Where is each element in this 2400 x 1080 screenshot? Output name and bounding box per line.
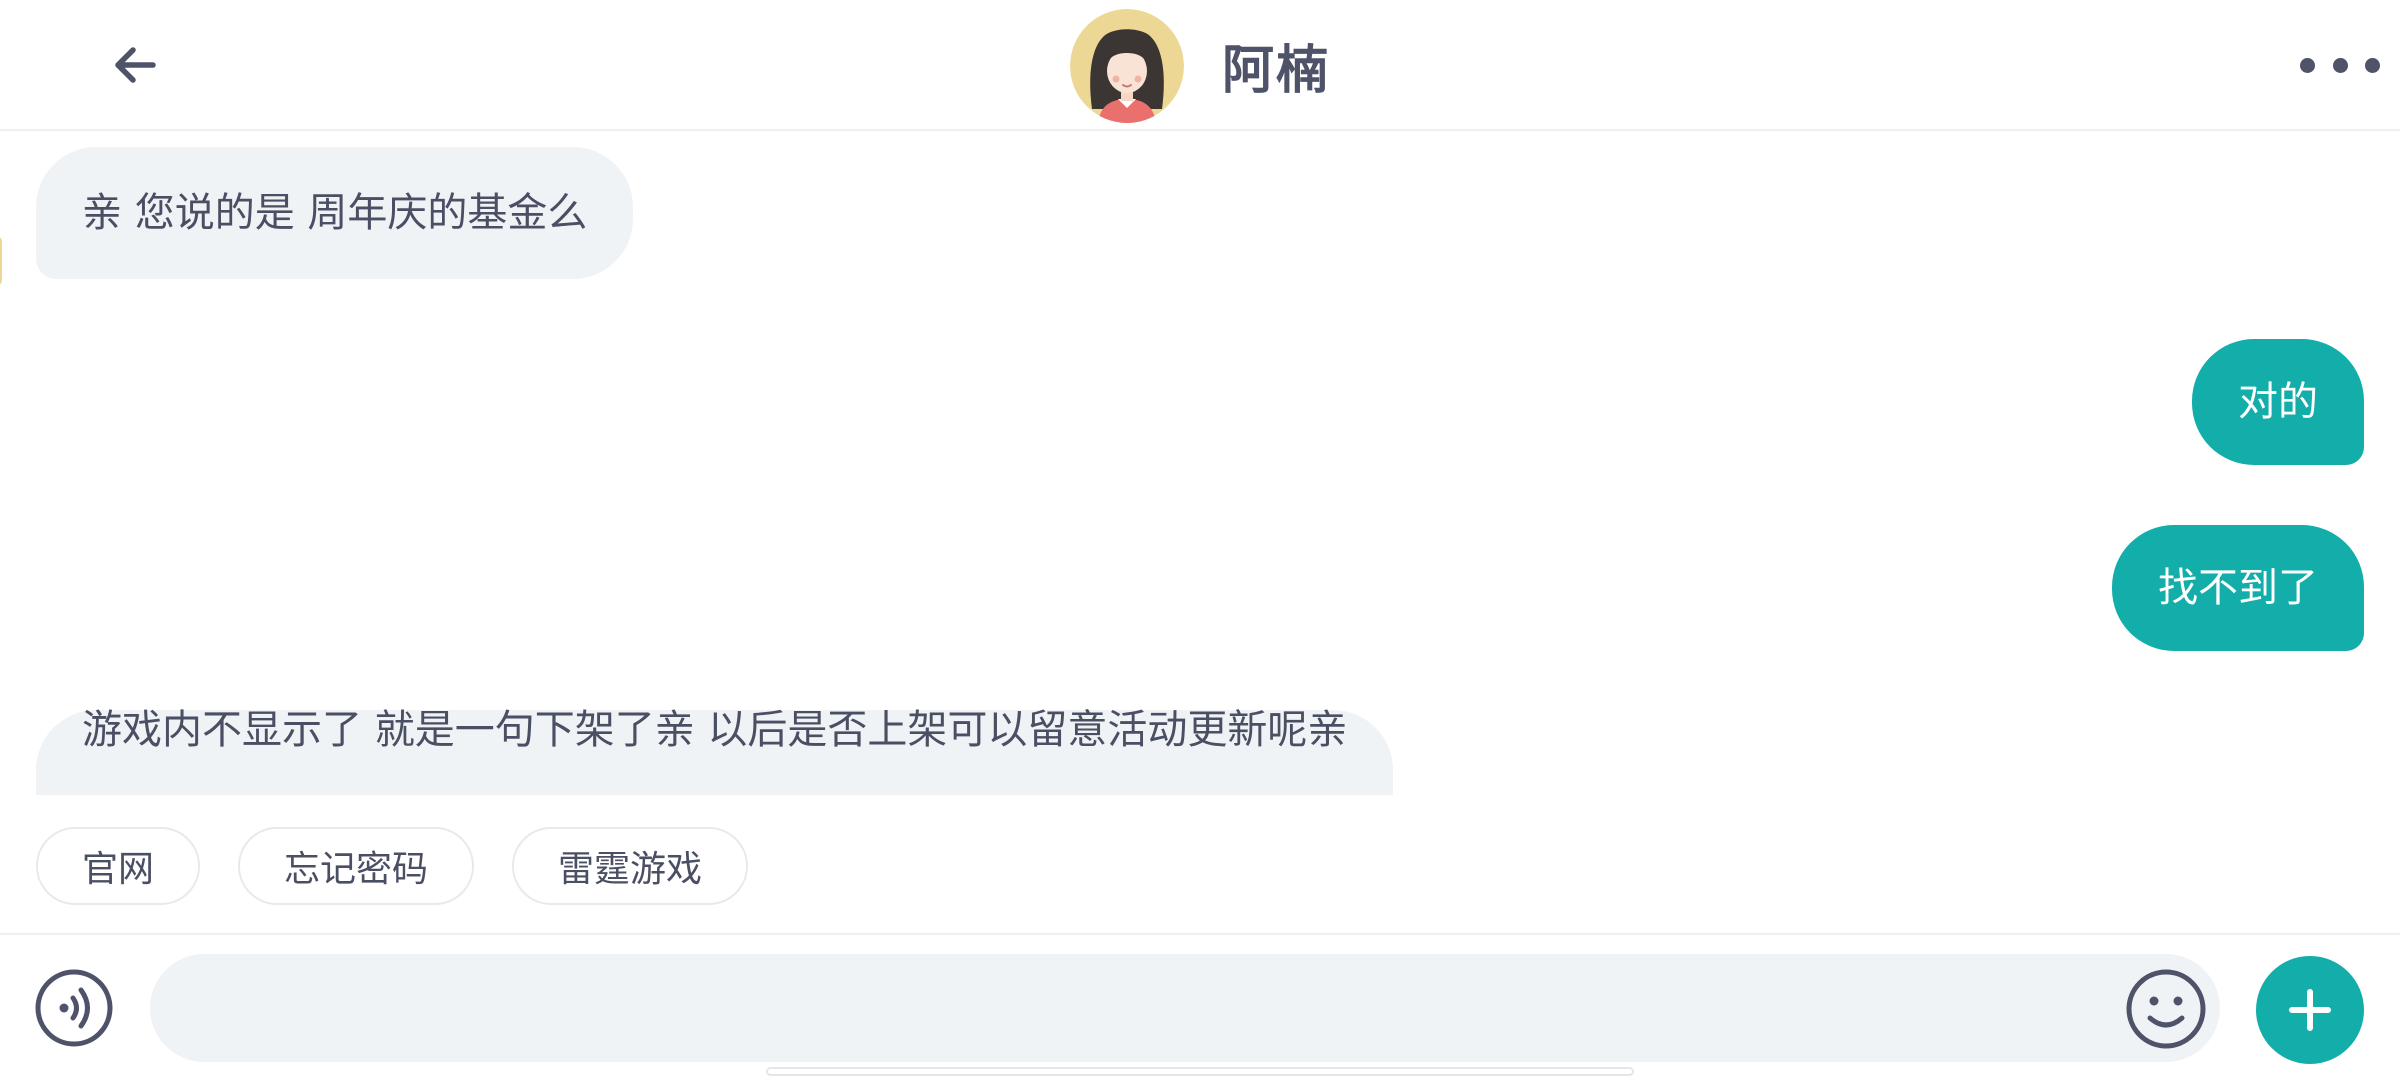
chat-screen: 阿楠 亲 您说的是 周年庆的基金么 对的 找不到了 游戏内不显示了 就是一句下架… (0, 0, 2400, 1080)
message-bubble-incoming: 游戏内不显示了 就是一句下架了亲 以后是否上架可以留意活动更新呢亲 (36, 710, 1394, 795)
quick-reply-chip[interactable]: 雷霆游戏 (512, 827, 749, 905)
message-list[interactable]: 亲 您说的是 周年庆的基金么 对的 找不到了 游戏内不显示了 就是一句下架了亲 … (0, 131, 2400, 795)
home-indicator[interactable] (766, 1067, 1634, 1076)
message-bubble-incoming: 亲 您说的是 周年庆的基金么 (36, 147, 634, 279)
message-input[interactable] (150, 954, 2220, 1062)
avatar[interactable] (1070, 8, 1184, 123)
composer-bar (0, 933, 2400, 1080)
quick-reply-chip[interactable]: 官网 (36, 827, 201, 905)
add-button[interactable] (2256, 956, 2364, 1064)
voice-icon (35, 969, 113, 1047)
chat-header: 阿楠 (0, 0, 2400, 131)
quick-reply-chip[interactable]: 忘记密码 (238, 827, 475, 905)
emoji-button[interactable] (2125, 968, 2207, 1050)
chat-title-group: 阿楠 (1070, 8, 1330, 123)
message-bubble-outgoing: 找不到了 (2112, 525, 2364, 651)
more-button[interactable] (2300, 40, 2380, 90)
quick-reply-bar: 官网 忘记密码 雷霆游戏 (36, 827, 749, 905)
back-button[interactable] (100, 30, 170, 100)
voice-button[interactable] (34, 968, 114, 1048)
arrow-left-icon (115, 47, 156, 83)
plus-icon (2289, 989, 2331, 1031)
message-bubble-outgoing: 对的 (2192, 339, 2364, 465)
agent-avatar-icon (0, 237, 2, 285)
page-title: 阿楠 (1222, 41, 1331, 101)
emoji-smile-icon (2126, 969, 2206, 1049)
more-horizontal-icon (2300, 57, 2315, 73)
